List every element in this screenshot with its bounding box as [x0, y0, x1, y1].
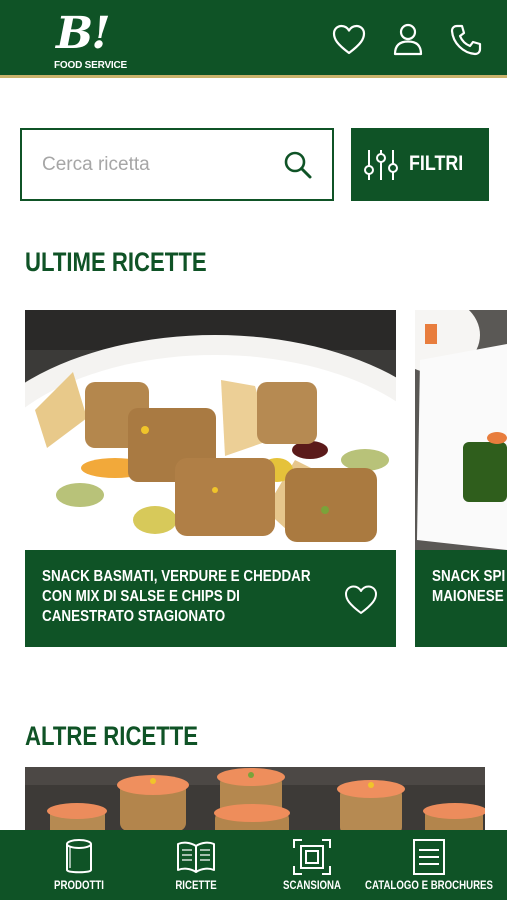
phone-icon: [450, 24, 482, 56]
account-button[interactable]: [390, 22, 426, 58]
recipe-card[interactable]: SNACK SPI MAIONESE: [415, 310, 507, 647]
search-box[interactable]: Cerca ricetta: [20, 128, 334, 201]
bottom-navigation: PRODOTTI RICETTE SCANSIONA CATALOGO E BR…: [0, 830, 507, 900]
nav-item-prodotti[interactable]: PRODOTTI: [20, 830, 138, 900]
recipe-title: SNACK SPI MAIONESE: [432, 568, 506, 605]
search-icon[interactable]: [282, 149, 314, 181]
recipe-title: SNACK BASMATI, VERDURE E CHEDDAR CON MIX…: [42, 568, 311, 625]
search-input[interactable]: Cerca ricetta: [42, 154, 150, 176]
logo-mark: B!: [56, 8, 110, 59]
brand-logo[interactable]: B! FOOD SERVICE: [50, 8, 127, 74]
scan-icon: [293, 839, 331, 875]
catalog-icon: [413, 839, 445, 875]
sliders-icon: [364, 150, 398, 180]
recipe-caption: SNACK SPI MAIONESE: [415, 550, 507, 647]
call-button[interactable]: [448, 22, 484, 58]
latest-recipes-title: ULTIME RICETTE: [25, 247, 207, 277]
nav-item-catalogo[interactable]: CATALOGO E BROCHURES: [365, 830, 493, 900]
recipe-photo: [415, 310, 507, 550]
nav-label: CATALOGO E BROCHURES: [365, 880, 493, 892]
can-icon: [66, 839, 92, 874]
recipe-card[interactable]: SNACK BASMATI, VERDURE E CHEDDAR CON MIX…: [25, 310, 396, 647]
nav-label: SCANSIONA: [283, 880, 341, 892]
nav-label: RICETTE: [175, 880, 217, 892]
app-header: B! FOOD SERVICE: [0, 0, 507, 78]
nav-item-scansiona[interactable]: SCANSIONA: [254, 830, 370, 900]
heart-icon[interactable]: [343, 583, 379, 617]
filter-button[interactable]: FILTRI: [351, 128, 489, 201]
logo-subtitle: FOOD SERVICE: [54, 60, 127, 71]
favorites-button[interactable]: [331, 22, 367, 58]
other-recipes-title: ALTRE RICETTE: [25, 721, 199, 751]
nav-item-ricette[interactable]: RICETTE: [140, 830, 252, 900]
book-icon: [177, 841, 215, 873]
recipe-photo[interactable]: [25, 767, 485, 832]
recipe-caption: SNACK BASMATI, VERDURE E CHEDDAR CON MIX…: [25, 550, 396, 647]
heart-icon: [332, 24, 366, 55]
recipe-photo: [25, 310, 396, 550]
user-icon: [393, 23, 423, 56]
filter-label: FILTRI: [409, 152, 464, 175]
nav-label: PRODOTTI: [54, 880, 104, 892]
